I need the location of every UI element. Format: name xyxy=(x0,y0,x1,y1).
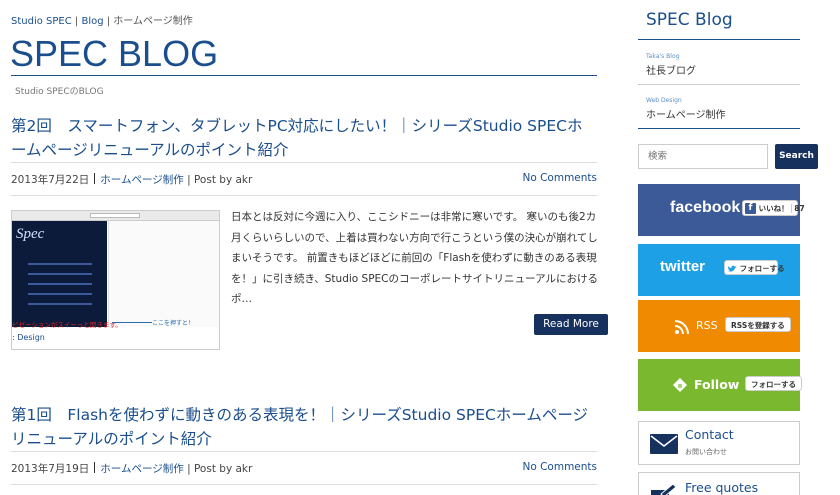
post-meta: 2013年7月19日 ホームページ制作 | Post by akr No Comm… xyxy=(11,461,597,475)
twitter-follow-label: フォロ－する xyxy=(739,264,785,273)
post-divider xyxy=(11,484,597,485)
feedly-follow-button[interactable]: フォローする xyxy=(745,376,802,391)
page-subtitle: Studio SPECのBLOG xyxy=(15,87,104,97)
post-author: akr xyxy=(235,463,253,475)
post-excerpt: 日本とは反対に今週に入り、ここシドニーは非常に寒いです。 寒いのも後2カ月くらい… xyxy=(231,211,598,305)
feedly-icon xyxy=(673,378,687,392)
post-meta: 2013年7月22日 ホームページ制作 | Post by akr No Comm… xyxy=(11,172,597,186)
thumb-note-blue: ここを押すと！ xyxy=(152,320,195,327)
address-bar xyxy=(90,213,140,218)
post-divider xyxy=(11,195,597,196)
facebook-label: facebook xyxy=(670,199,741,216)
thumb-arrow xyxy=(112,322,152,323)
post-author: akr xyxy=(235,174,253,186)
thumb-menu-line xyxy=(28,263,92,265)
contact-button[interactable]: Contact お問い合わせ xyxy=(638,421,800,465)
post-title-link[interactable]: 第1回 Flashを使わずに動きのある表現を！｜シリーズStudio SPECホ… xyxy=(11,403,597,451)
page-title: SPEC BLOG xyxy=(10,33,219,74)
facebook-like-icon: f xyxy=(745,203,756,214)
contact-title: Contact xyxy=(685,427,734,442)
free-quotes-button[interactable]: Free quotes xyxy=(638,472,800,495)
facebook-button[interactable]: facebook f いいね！ 87 xyxy=(638,184,805,236)
sidebar-title: SPEC Blog xyxy=(646,10,733,30)
facebook-like-button[interactable]: f いいね！ 87 xyxy=(742,200,805,216)
sidebar-item-ceo-blog[interactable]: 社長ブログ xyxy=(646,62,696,77)
thumb-bottom-text: : Design xyxy=(12,333,45,342)
breadcrumb-home-link[interactable]: Studio SPEC xyxy=(11,16,72,27)
thumb-menu-line xyxy=(28,303,92,305)
breadcrumb: Studio SPEC | Blog | ホームページ制作 xyxy=(11,12,193,27)
sidebar-item-web-design-caption[interactable]: Web Design xyxy=(646,97,682,104)
post-category-link[interactable]: ホームページ制作 xyxy=(100,174,183,186)
rss-subscribe-button[interactable]: RSSを登録する xyxy=(725,317,791,332)
search-input[interactable] xyxy=(638,144,768,169)
post-divider xyxy=(11,451,597,452)
read-more-button[interactable]: Read More xyxy=(534,314,608,335)
sidebar-item-ceo-blog-caption[interactable]: Takа's Blog xyxy=(646,53,679,60)
twitter-follow-button[interactable]: フォロ－する xyxy=(724,260,785,275)
rss-button[interactable]: RSS RSSを登録する xyxy=(638,300,800,352)
thumb-content-pane xyxy=(108,221,219,327)
breadcrumb-separator: | xyxy=(103,16,114,27)
sidebar-divider xyxy=(638,84,800,85)
feedly-label: Follow xyxy=(694,377,740,392)
thumb-menu-line xyxy=(28,293,92,295)
sidebar-divider xyxy=(638,128,800,129)
twitter-bird-icon xyxy=(727,265,737,272)
thumb-menu-line xyxy=(28,273,92,275)
search-button[interactable]: Search xyxy=(775,144,818,169)
pencil-icon xyxy=(651,483,677,495)
breadcrumb-separator: | xyxy=(71,16,82,27)
post-by-label: Post by xyxy=(193,174,233,186)
contact-subtitle: お問い合わせ xyxy=(685,448,727,456)
meta-separator xyxy=(94,173,96,184)
facebook-like-label: いいね！ xyxy=(758,204,789,213)
free-quotes-title: Free quotes xyxy=(685,480,759,495)
post-comments-link[interactable]: No Comments xyxy=(522,172,597,184)
post-by-label: Post by xyxy=(193,463,233,475)
sidebar-divider xyxy=(638,39,800,40)
twitter-label: twitter xyxy=(660,258,705,275)
thumb-logo: Spec xyxy=(16,226,45,242)
post-thumbnail[interactable]: Spec ビゼーションがスイーっと開きます。 ここを押すと！ : Design xyxy=(11,210,220,350)
post-date: 2013年7月22日 xyxy=(11,174,90,186)
thumb-note-red: ビゼーションがスイーっと開きます。 xyxy=(12,321,122,329)
browser-toolbar xyxy=(12,211,219,221)
mail-icon xyxy=(650,434,678,454)
meta-separator xyxy=(94,462,96,473)
breadcrumb-current: ホームページ制作 xyxy=(113,16,193,27)
title-divider xyxy=(11,75,597,76)
sidebar-item-web-design[interactable]: ホームページ制作 xyxy=(646,106,726,121)
breadcrumb-blog-link[interactable]: Blog xyxy=(81,16,103,27)
feedly-button[interactable]: Follow フォローする xyxy=(638,359,802,411)
post-comments-link[interactable]: No Comments xyxy=(522,461,597,473)
rss-icon xyxy=(674,320,689,335)
post-category-link[interactable]: ホームページ制作 xyxy=(100,463,183,475)
post-date: 2013年7月19日 xyxy=(11,463,90,475)
post-title-link[interactable]: 第2回 スマートフォン、タブレットPC対応にしたい！｜シリーズStudio SP… xyxy=(11,114,597,162)
facebook-like-count: 87 xyxy=(791,204,805,213)
rss-label: RSS xyxy=(696,319,718,332)
twitter-button[interactable]: twitter フォロ－する xyxy=(638,244,800,296)
post-divider xyxy=(11,162,597,163)
thumb-menu-line xyxy=(28,283,92,285)
